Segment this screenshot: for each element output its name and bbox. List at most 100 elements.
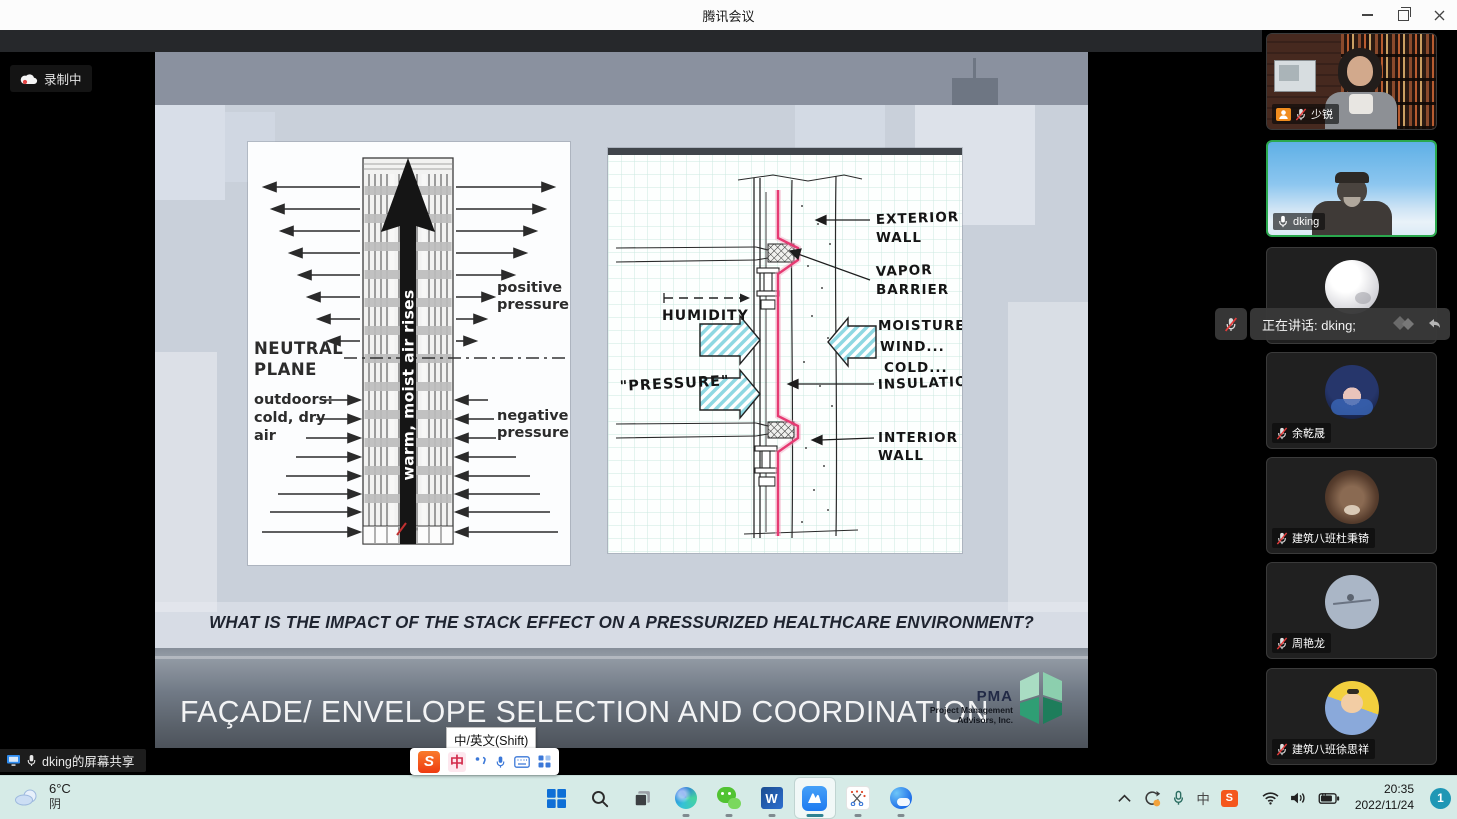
svg-text:INTERIOR: INTERIOR — [878, 430, 958, 446]
running-indicator — [725, 814, 732, 817]
participant-tile-xusixiang[interactable]: 建筑八班徐思祥 — [1266, 668, 1437, 765]
mic-muted-icon — [1276, 637, 1288, 650]
stack-arrows-upper-left — [264, 183, 360, 346]
restore-button[interactable] — [1385, 0, 1421, 30]
task-view-button[interactable] — [623, 778, 663, 818]
speaking-toast: 正在讲话: dking; — [1215, 308, 1450, 340]
rising-air-label: warm, moist air rises — [400, 289, 418, 480]
sync-status-icon[interactable] — [1143, 790, 1161, 807]
participant-shirt — [1349, 94, 1373, 114]
svg-text:EXTERIOR: EXTERIOR — [876, 209, 960, 228]
speaking-toast-text: 正在讲话: dking; — [1262, 315, 1356, 334]
svg-text:pressure: pressure — [497, 297, 569, 313]
participant-avatar — [1325, 365, 1379, 419]
mic-muted-icon — [1224, 317, 1238, 332]
windows-icon — [547, 789, 566, 808]
stack-arrows-upper-right — [456, 183, 554, 346]
snipping-tool-icon — [846, 786, 870, 810]
participant-name-badge: 周艳龙 — [1272, 633, 1331, 653]
taskbar-clock[interactable]: 20:35 2022/11/24 — [1355, 782, 1414, 813]
edge-taskbar-button[interactable] — [666, 778, 706, 818]
wechat-taskbar-button[interactable] — [709, 778, 749, 818]
punctuation-icon[interactable] — [474, 755, 487, 769]
svg-text:WALL: WALL — [876, 230, 922, 246]
tray-mic-icon[interactable] — [1172, 790, 1185, 806]
desktop-screen: 腾讯会议 — [0, 0, 1457, 819]
task-view-icon — [633, 789, 652, 808]
slide-question: WHAT IS THE IMPACT OF THE STACK EFFECT O… — [169, 612, 1074, 633]
slide-sky-band — [155, 52, 1088, 105]
svg-text:WALL: WALL — [878, 448, 924, 464]
wifi-icon[interactable] — [1262, 791, 1279, 805]
svg-text:NEUTRAL: NEUTRAL — [254, 339, 343, 358]
word-taskbar-button[interactable]: W — [752, 778, 792, 818]
participants-sidebar: 少锐 dking — [1262, 30, 1457, 775]
svg-text:MOISTURE...: MOISTURE... — [878, 318, 962, 334]
skyline-building — [155, 105, 225, 200]
svg-text:COLD...: COLD... — [884, 360, 948, 376]
snipping-tool-taskbar-button[interactable] — [838, 778, 878, 818]
svg-text:WIND...: WIND... — [880, 339, 945, 355]
participant-avatar — [1325, 470, 1379, 524]
screen-share-label-bar[interactable]: dking的屏幕共享 — [0, 749, 146, 772]
participant-avatar — [1325, 575, 1379, 629]
recording-badge[interactable]: 录制中 — [10, 65, 92, 92]
raise-hand-icon[interactable] — [1392, 314, 1422, 334]
close-button[interactable] — [1421, 0, 1457, 30]
participant-tile-shaorui[interactable]: 少锐 — [1266, 33, 1437, 130]
slide-footer-title: FAÇADE/ ENVELOPE SELECTION AND COORDINAT… — [180, 694, 989, 730]
clock-time: 20:35 — [1355, 782, 1414, 798]
taskbar-weather-widget[interactable]: 6°C 阴 — [14, 781, 71, 812]
participant-avatar — [1325, 260, 1379, 314]
participant-tile-zhouyanlong[interactable]: 周艳龙 — [1266, 562, 1437, 659]
toast-body: 正在讲话: dking; — [1250, 308, 1450, 340]
search-button[interactable] — [580, 778, 620, 818]
minimize-button[interactable] — [1349, 0, 1385, 30]
battery-charging-icon[interactable] — [1318, 792, 1340, 805]
mic-muted-icon — [1276, 532, 1288, 545]
participant-tile-dking[interactable]: dking — [1266, 140, 1437, 237]
sogou-tray-icon[interactable]: S — [1221, 790, 1238, 807]
toast-mic-button[interactable] — [1215, 308, 1247, 340]
volume-icon[interactable] — [1290, 791, 1307, 805]
svg-text:negative: negative — [497, 408, 569, 424]
participant-face — [1347, 56, 1373, 86]
member-role-icon — [1276, 108, 1291, 121]
voice-input-icon[interactable] — [495, 755, 506, 769]
mic-on-icon — [1277, 215, 1289, 228]
presentation-slide: warm, moist air rises positive pressure … — [155, 52, 1088, 748]
chinese-mode-button[interactable]: 中 — [448, 752, 466, 772]
tencent-meeting-taskbar-button[interactable] — [795, 778, 835, 818]
start-button[interactable] — [537, 778, 577, 818]
waterline-highlight — [155, 656, 1088, 659]
participant-name: 建筑八班徐思祥 — [1292, 741, 1369, 757]
svg-text:positive: positive — [497, 280, 562, 296]
svg-text:cold, dry: cold, dry — [254, 410, 326, 426]
sogou-logo-icon[interactable]: S — [418, 751, 440, 773]
word-icon: W — [761, 787, 783, 809]
undo-arrow-icon[interactable] — [1426, 316, 1442, 332]
sogou-ime-bar: S 中 — [410, 748, 559, 775]
participant-tile-dubingqi[interactable]: 建筑八班杜秉锜 — [1266, 457, 1437, 554]
weather-temp: 6°C — [49, 781, 71, 797]
window-controls — [1349, 0, 1457, 30]
tray-expand-icon[interactable] — [1117, 793, 1132, 803]
participant-name-badge: 建筑八班徐思祥 — [1272, 739, 1375, 759]
skyline-building — [1008, 302, 1088, 612]
screen-share-area: warm, moist air rises positive pressure … — [0, 52, 1262, 775]
skyline-antenna — [973, 58, 976, 80]
ime-mode-indicator[interactable]: 中 — [1196, 788, 1210, 808]
browser-taskbar-button[interactable] — [881, 778, 921, 818]
qq-browser-icon — [890, 787, 912, 809]
participant-tile-yuqiansheng[interactable]: 余乾晟 — [1266, 352, 1437, 449]
screen-share-icon — [6, 754, 21, 767]
meeting-toolbar-strip — [0, 30, 1262, 52]
svg-text:INSULATION: INSULATION — [878, 373, 962, 393]
toolbox-icon[interactable] — [538, 755, 551, 768]
stack-effect-diagram-card: warm, moist air rises positive pressure … — [248, 142, 570, 565]
notification-badge[interactable]: 1 — [1430, 788, 1451, 809]
taskbar-app-icons: W — [537, 778, 921, 818]
active-running-indicator — [806, 814, 823, 817]
keyboard-icon[interactable] — [514, 756, 530, 768]
participant-name-badge: dking — [1273, 213, 1325, 230]
